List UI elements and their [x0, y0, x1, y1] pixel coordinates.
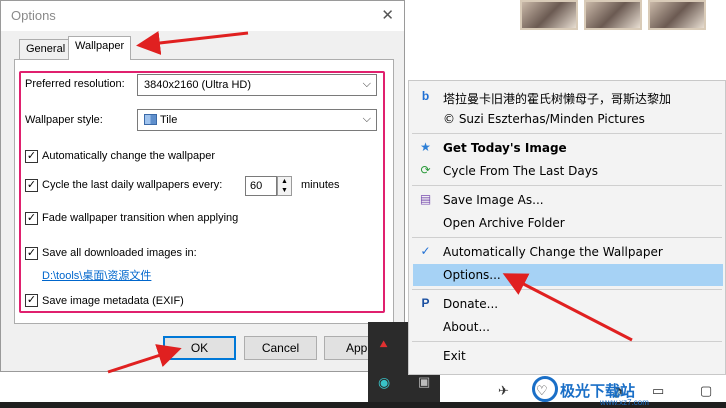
cancel-button[interactable]: Cancel: [244, 336, 317, 360]
save-image-icon: ▤: [419, 192, 432, 206]
tray-app-icon[interactable]: ▣: [418, 374, 430, 390]
tab-wallpaper[interactable]: Wallpaper: [68, 36, 132, 60]
window-icon[interactable]: ▭: [652, 383, 664, 399]
menu-get-today[interactable]: Get Today's Image: [443, 141, 567, 155]
background-thumbnails: [518, 0, 710, 32]
menu-save-image[interactable]: Save Image As...: [443, 193, 544, 207]
tray-app-icon[interactable]: ⯅: [378, 336, 389, 353]
menu-separator: [412, 185, 722, 186]
thumbnail-image: [520, 0, 578, 30]
menu-cycle-from[interactable]: Cycle From The Last Days: [443, 164, 598, 178]
menu-separator: [412, 237, 722, 238]
notification-icon[interactable]: ▢: [700, 383, 712, 399]
menu-auto-change[interactable]: Automatically Change the Wallpaper: [443, 245, 663, 259]
menu-donate[interactable]: Donate...: [443, 297, 498, 311]
thumbnail-image: [648, 0, 706, 30]
rocket-icon[interactable]: ✈: [498, 383, 509, 399]
menu-copyright: © Suzi Eszterhas/Minden Pictures: [443, 112, 645, 126]
cycle-icon: ⟳: [420, 163, 431, 177]
highlight-box: [19, 71, 385, 313]
watermark-logo: [532, 376, 558, 402]
menu-about[interactable]: About...: [443, 320, 490, 334]
menu-separator: [412, 133, 722, 134]
close-icon[interactable]: ✕: [381, 6, 394, 24]
menu-exit[interactable]: Exit: [443, 349, 466, 363]
ok-button[interactable]: OK: [163, 336, 236, 360]
bing-icon: b: [421, 89, 430, 103]
dialog-titlebar: Options ✕: [1, 1, 404, 31]
watermark-url: www.xz7.com: [600, 398, 649, 407]
checkmark-icon: ✓: [420, 244, 431, 258]
menu-separator: [412, 289, 722, 290]
tab-general[interactable]: General: [19, 39, 73, 59]
paypal-icon: P: [421, 296, 430, 310]
menu-separator: [412, 341, 722, 342]
menu-image-title: 塔拉曼卡旧港的霍氏树懒母子，哥斯达黎加: [443, 92, 672, 106]
tray-app-icon[interactable]: ◉: [378, 374, 390, 391]
options-dialog: Options ✕ General Wallpaper Preferred re…: [0, 0, 405, 372]
image-star-icon: ★: [420, 140, 431, 154]
context-menu: b 塔拉曼卡旧港的霍氏树懒母子，哥斯达黎加 © Suzi Eszterhas/M…: [408, 80, 726, 375]
menu-open-archive[interactable]: Open Archive Folder: [443, 216, 565, 230]
menu-options[interactable]: Options...: [443, 268, 501, 282]
thumbnail-image: [584, 0, 642, 30]
dialog-title: Options: [11, 8, 56, 23]
